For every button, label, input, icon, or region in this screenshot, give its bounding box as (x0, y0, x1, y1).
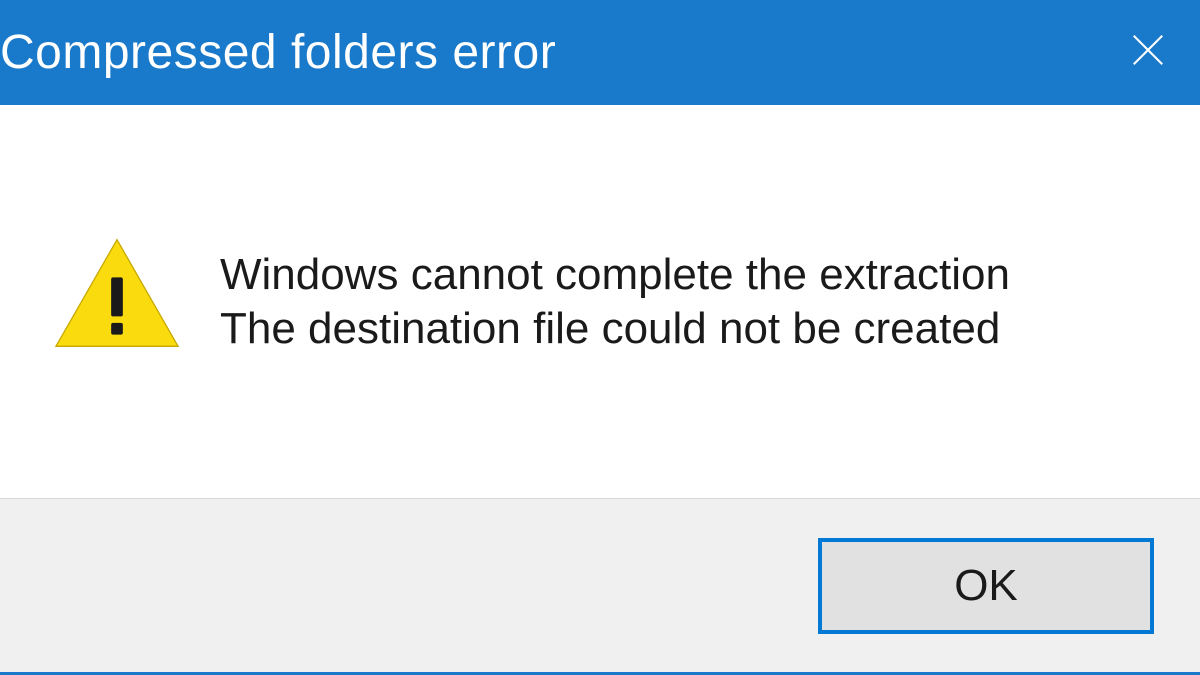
warning-icon (52, 234, 182, 352)
close-icon (1129, 31, 1167, 74)
error-message-line1: Windows cannot complete the extraction (220, 248, 1010, 302)
dialog-title: Compressed folders error (0, 25, 556, 80)
close-button[interactable] (1118, 23, 1178, 83)
error-message: Windows cannot complete the extraction T… (220, 248, 1010, 355)
error-dialog: Compressed folders error Windows cannot … (0, 0, 1200, 675)
ok-button[interactable]: OK (818, 538, 1154, 634)
titlebar: Compressed folders error (0, 0, 1200, 105)
dialog-footer: OK (0, 498, 1200, 672)
dialog-content: Windows cannot complete the extraction T… (0, 105, 1200, 498)
error-message-line2: The destination file could not be create… (220, 302, 1010, 356)
